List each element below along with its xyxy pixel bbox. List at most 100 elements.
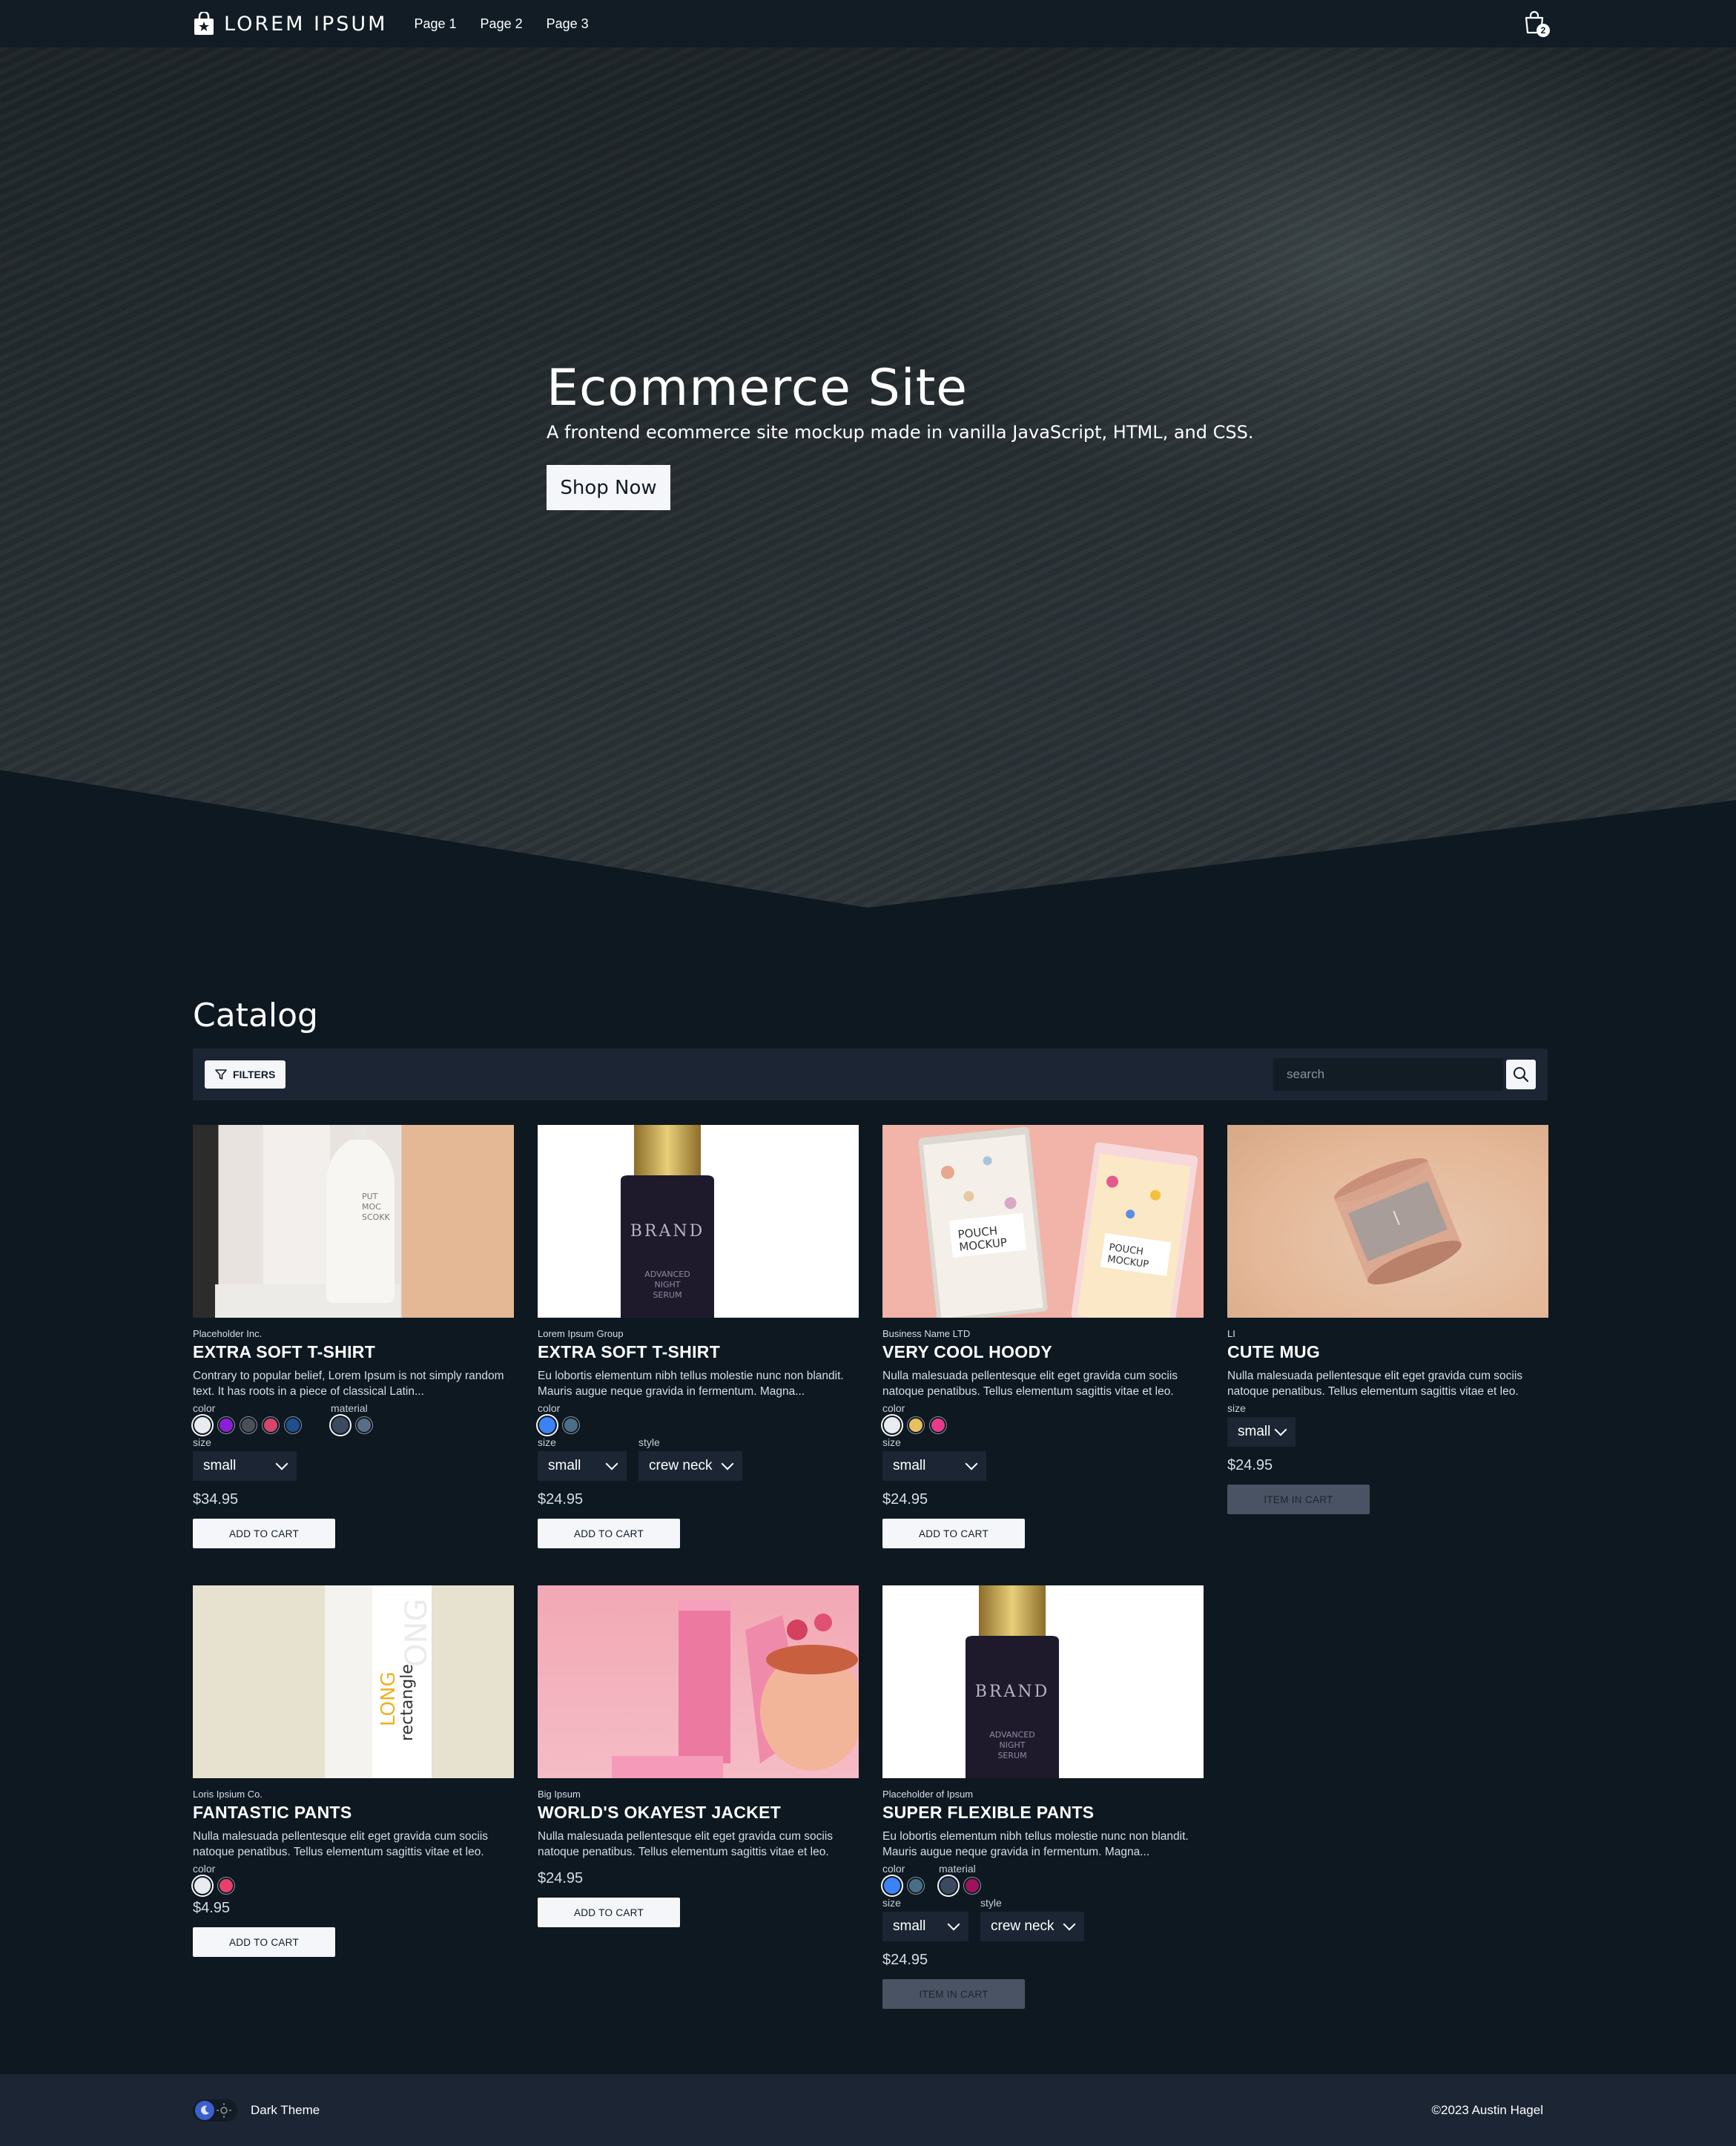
svg-text:rectangle: rectangle [398, 1664, 417, 1741]
sun-icon [217, 2102, 231, 2118]
product-options: color material [193, 1402, 514, 1435]
material-options: material [939, 1863, 980, 1895]
nav-link-page-3[interactable]: Page 3 [547, 16, 589, 32]
search-button[interactable] [1506, 1060, 1536, 1089]
item-in-cart-button[interactable]: ITEM IN CART [882, 1979, 1025, 2009]
style-select[interactable]: crew neck [980, 1912, 1084, 1941]
material-options: material [331, 1402, 372, 1435]
color-swatch[interactable] [563, 1417, 579, 1433]
color-swatch[interactable] [193, 1876, 212, 1895]
material-swatch[interactable] [356, 1417, 372, 1433]
product-description: Contrary to popular belief, Lorem Ipsum … [193, 1370, 504, 1398]
product-description: Eu lobortis elementum nibh tellus molest… [538, 1370, 844, 1398]
material-swatch[interactable] [331, 1416, 350, 1435]
color-swatch[interactable] [930, 1417, 946, 1433]
color-swatch[interactable] [908, 1417, 924, 1433]
svg-text:PUT: PUT [362, 1192, 378, 1201]
product-image[interactable] [1227, 1125, 1548, 1318]
product-image[interactable] [538, 1585, 859, 1778]
color-swatch[interactable] [218, 1878, 234, 1894]
size-value: small [893, 1458, 926, 1473]
color-swatches [882, 1876, 924, 1895]
size-options: size small [1227, 1402, 1548, 1447]
search-input[interactable] [1273, 1058, 1503, 1091]
copyright: ©2023 Austin Hagel [1431, 2102, 1543, 2117]
chevron-down-icon [721, 1457, 734, 1470]
add-to-cart-button[interactable]: ADD TO CART [882, 1519, 1025, 1548]
chevron-down-icon [965, 1457, 978, 1470]
size-label: size [882, 1897, 901, 1909]
color-label: color [882, 1402, 905, 1414]
shop-now-button[interactable]: Shop Now [547, 465, 670, 510]
catalog-title: Catalog [193, 997, 318, 1034]
nav-link-page-1[interactable]: Page 1 [414, 16, 456, 32]
color-swatch[interactable] [240, 1417, 257, 1433]
style-select[interactable]: crew neck [638, 1451, 742, 1481]
theme-label: Dark Theme [251, 2102, 320, 2117]
add-to-cart-button[interactable]: ADD TO CART [538, 1519, 680, 1548]
nav-link-page-2[interactable]: Page 2 [481, 16, 523, 32]
color-swatch[interactable] [882, 1876, 902, 1895]
search-bar [1273, 1058, 1536, 1091]
brand[interactable]: LOREM IPSUM [193, 12, 387, 36]
color-swatch[interactable] [218, 1417, 234, 1433]
size-select[interactable]: small [538, 1451, 627, 1481]
product-name[interactable]: FANTASTIC PANTS [193, 1803, 514, 1823]
size-select[interactable]: small [882, 1912, 968, 1941]
color-label: color [538, 1402, 561, 1414]
cart-button[interactable]: 2 [1523, 10, 1550, 37]
cart-count-badge: 2 [1537, 24, 1550, 37]
theme-toggle[interactable] [193, 2099, 237, 2122]
svg-text:MOC: MOC [362, 1202, 381, 1212]
color-swatch[interactable] [538, 1416, 557, 1435]
product-photo-box: LONG rectangle ONG [325, 1585, 434, 1778]
color-swatch[interactable] [908, 1878, 924, 1894]
color-swatch[interactable] [882, 1416, 902, 1435]
size-select[interactable]: small [193, 1451, 297, 1481]
material-swatches [331, 1416, 372, 1435]
item-in-cart-button[interactable]: ITEM IN CART [1227, 1485, 1370, 1514]
product-image[interactable]: BRAND ADVANCED NIGHT SERUM [538, 1125, 859, 1318]
product-name[interactable]: WORLD'S OKAYEST JACKET [538, 1803, 859, 1823]
size-select[interactable]: small [882, 1451, 986, 1481]
add-to-cart-button[interactable]: ADD TO CART [538, 1898, 680, 1927]
product-brand: Placeholder Inc. [193, 1328, 263, 1339]
product-card: BRAND ADVANCED NIGHT SERUM Placeholder o… [882, 1585, 1204, 2009]
add-to-cart-button[interactable]: ADD TO CART [193, 1519, 335, 1548]
material-label: material [939, 1863, 976, 1875]
add-to-cart-button[interactable]: ADD TO CART [193, 1927, 335, 1957]
size-select[interactable]: small [1227, 1417, 1296, 1447]
product-card: Big Ipsum WORLD'S OKAYEST JACKET Nulla m… [538, 1585, 859, 2009]
product-name[interactable]: EXTRA SOFT T-SHIRT [538, 1342, 859, 1362]
product-price: $24.95 [538, 1491, 584, 1508]
catalog-toolbar: FILTERS [193, 1049, 1548, 1100]
brand-name: LOREM IPSUM [224, 12, 388, 36]
chevron-down-icon [1063, 1918, 1076, 1931]
svg-text:ADVANCED: ADVANCED [989, 1730, 1034, 1740]
product-name[interactable]: VERY COOL HOODY [882, 1342, 1204, 1362]
color-swatch[interactable] [285, 1417, 301, 1433]
product-brand: Business Name LTD [882, 1328, 971, 1339]
svg-text:SCOKK: SCOKK [362, 1212, 391, 1222]
navbar: LOREM IPSUM Page 1 Page 2 Page 3 2 [0, 0, 1736, 47]
product-image[interactable]: PUT MOC SCOKK [193, 1125, 514, 1318]
chevron-down-icon [1274, 1423, 1287, 1436]
color-swatches [193, 1416, 301, 1435]
product-image[interactable]: POUCH MOCKUP POUCH MOCKUP [882, 1125, 1204, 1318]
color-swatches [882, 1416, 1204, 1435]
color-swatch[interactable] [193, 1416, 212, 1435]
product-name[interactable]: CUTE MUG [1227, 1342, 1548, 1362]
product-name[interactable]: EXTRA SOFT T-SHIRT [193, 1342, 514, 1362]
product-name[interactable]: SUPER FLEXIBLE PANTS [882, 1803, 1204, 1823]
color-swatches [538, 1416, 859, 1435]
product-image[interactable]: LONG rectangle ONG [193, 1585, 514, 1778]
svg-text:BRAND: BRAND [630, 1222, 705, 1241]
filters-button[interactable]: FILTERS [205, 1060, 286, 1089]
material-swatch[interactable] [939, 1876, 958, 1895]
style-value: crew neck [991, 1918, 1055, 1934]
product-photo-serum: BRAND ADVANCED NIGHT SERUM [621, 1125, 714, 1318]
product-image[interactable]: BRAND ADVANCED NIGHT SERUM [882, 1585, 1204, 1778]
chevron-down-icon [605, 1457, 618, 1470]
color-swatch[interactable] [263, 1417, 279, 1433]
material-swatch[interactable] [964, 1878, 980, 1894]
